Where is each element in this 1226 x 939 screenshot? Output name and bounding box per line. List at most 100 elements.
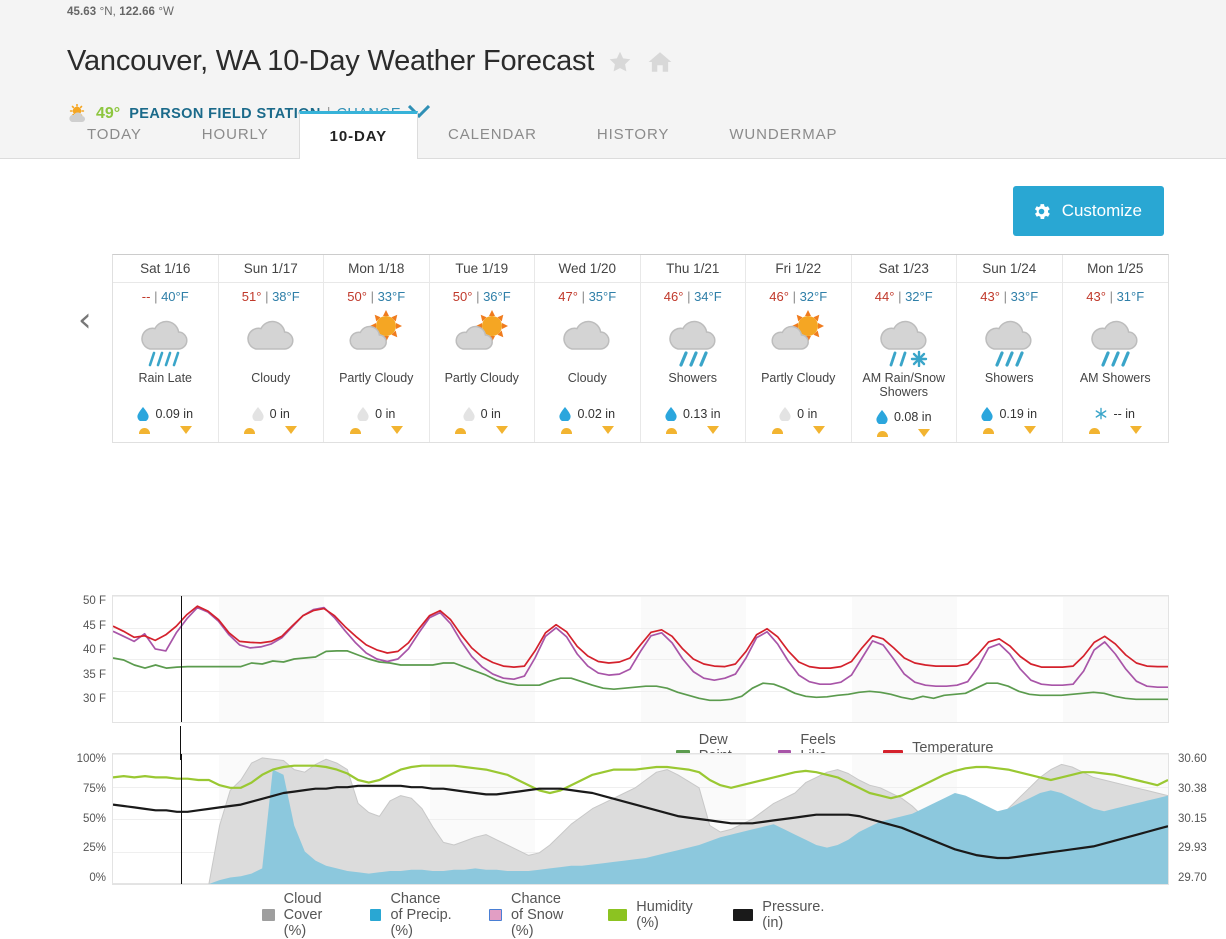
day-condition: AM Rain/Snow Showers bbox=[862, 371, 946, 399]
axis-tick-label: 50% bbox=[82, 812, 106, 825]
sun-cloud-icon bbox=[324, 308, 429, 368]
axis-tick-label: 30.15 bbox=[1178, 812, 1207, 825]
day-precipitation: 0 in bbox=[219, 396, 324, 421]
sunset-icon bbox=[707, 426, 720, 434]
legend-label: Humidity (%) bbox=[636, 899, 693, 931]
now-line-extension bbox=[180, 726, 181, 760]
day-low: 38°F bbox=[272, 289, 300, 304]
day-temps: -- | 40°F bbox=[113, 283, 218, 306]
axis-tick-label: 40 F bbox=[82, 644, 106, 656]
sunset-icon bbox=[390, 426, 403, 434]
sunset-icon bbox=[1023, 426, 1036, 434]
latitude-value: 45.63 bbox=[67, 6, 97, 18]
day-condition: AM Showers bbox=[1079, 371, 1151, 385]
sunset-icon bbox=[496, 426, 509, 434]
day-temps: 46° | 34°F bbox=[641, 283, 746, 306]
legend-item[interactable]: Cloud Cover (%) bbox=[262, 891, 336, 939]
forecast-day-column[interactable]: Thu 1/21 46° | 34°F Showers 0.13 in bbox=[640, 255, 746, 442]
forecast-day-column[interactable]: Wed 1/20 47° | 35°F Cloudy 0.02 in bbox=[535, 255, 641, 442]
customize-container: Customize bbox=[1012, 186, 1164, 236]
sunrise-icon bbox=[560, 428, 572, 434]
tab-history[interactable]: HISTORY bbox=[567, 111, 699, 159]
temp-separator: | bbox=[261, 289, 273, 304]
day-precipitation: 0.19 in bbox=[957, 396, 1062, 421]
axis-tick-label: 25% bbox=[82, 842, 106, 855]
legend-swatch bbox=[369, 909, 382, 921]
day-name: Fri 1/22 bbox=[746, 255, 851, 283]
water-drop-icon bbox=[779, 407, 791, 421]
precip-amount: 0 in bbox=[375, 407, 396, 421]
water-drop-icon bbox=[876, 410, 888, 424]
day-condition: Showers bbox=[668, 371, 718, 385]
day-name: Mon 1/25 bbox=[1062, 255, 1168, 283]
day-low: 35°F bbox=[588, 289, 617, 304]
temp-separator: | bbox=[683, 289, 695, 304]
day-high: 46° bbox=[663, 289, 684, 304]
forecast-day-column[interactable]: Sun 1/24 43° | 33°F Showers 0.19 in bbox=[957, 255, 1063, 442]
tab-calendar[interactable]: CALENDAR bbox=[418, 111, 567, 159]
axis-tick-label: 30.38 bbox=[1178, 782, 1207, 795]
sun-cloud-icon bbox=[430, 308, 535, 368]
day-low: 34°F bbox=[694, 289, 722, 304]
tab-today[interactable]: TODAY bbox=[57, 111, 172, 159]
sunrise-icon bbox=[666, 428, 678, 434]
tab-wundermap[interactable]: WUNDERMAP bbox=[699, 111, 867, 159]
star-icon[interactable] bbox=[607, 49, 633, 75]
sun-markers bbox=[641, 421, 746, 437]
legend-item[interactable]: Chance of Precip. (%) bbox=[369, 891, 455, 939]
cloud-icon bbox=[219, 308, 324, 368]
day-high: 43° bbox=[980, 289, 1000, 304]
sunset-icon bbox=[179, 426, 192, 434]
series-line-Feels Like (°F) bbox=[113, 606, 1168, 689]
page-header: 45.63 °N, 122.66 °W Vancouver, WA 10-Day… bbox=[0, 0, 1226, 159]
axis-tick-label: 50 F bbox=[82, 595, 106, 607]
prev-days-arrow[interactable]: ‹ bbox=[78, 300, 92, 340]
sun-markers bbox=[957, 421, 1062, 437]
precip-amount: 0 in bbox=[269, 407, 290, 421]
forecast-day-column[interactable]: Mon 1/25 43° | 31°F AM Showers -- in bbox=[1062, 255, 1169, 442]
weather-forecast-page: 45.63 °N, 122.66 °W Vancouver, WA 10-Day… bbox=[0, 0, 1226, 939]
tab-hourly[interactable]: HOURLY bbox=[172, 111, 299, 159]
sun-markers bbox=[535, 421, 640, 437]
home-icon[interactable] bbox=[646, 49, 674, 75]
forecast-day-column[interactable]: Sat 1/23 44° | 32°F AM Rain/Snow Showers 0.… bbox=[851, 255, 957, 442]
sunset-icon bbox=[812, 426, 825, 434]
longitude-value: 122.66 bbox=[119, 6, 156, 18]
water-drop-icon bbox=[357, 407, 369, 421]
axis-tick-label: 100% bbox=[76, 753, 106, 765]
now-line bbox=[181, 596, 182, 722]
tab-10-day[interactable]: 10-DAY bbox=[298, 111, 418, 159]
legend-item[interactable]: Pressure. (in) bbox=[733, 899, 830, 931]
day-low: 32°F bbox=[905, 289, 933, 304]
legend-item[interactable]: Humidity (%) bbox=[607, 899, 699, 931]
temp-separator: | bbox=[894, 289, 906, 304]
page-title: Vancouver, WA 10-Day Weather Forecast bbox=[67, 45, 595, 78]
sunrise-icon bbox=[877, 431, 889, 437]
water-drop-icon bbox=[559, 407, 572, 421]
sun-markers bbox=[113, 421, 218, 437]
forecast-day-column[interactable]: Mon 1/18 50° | 33°F Partly Cloudy 0 in bbox=[324, 255, 430, 442]
forecast-day-column[interactable]: Sat 1/16 -- | 40°F Rain Late 0.09 in bbox=[113, 255, 219, 442]
water-drop-icon bbox=[463, 407, 475, 421]
series-line-Temperature (°F) bbox=[113, 605, 1168, 669]
forecast-day-column[interactable]: Sun 1/17 51° | 38°F Cloudy 0 in bbox=[218, 255, 324, 442]
rain-cloud-icon bbox=[113, 308, 218, 368]
conditions-legend: Cloud Cover (%) Chance of Precip. (%) Chan… bbox=[262, 891, 864, 939]
temperature-plot-area bbox=[112, 595, 1169, 723]
day-condition: Partly Cloudy bbox=[444, 371, 519, 385]
now-line bbox=[181, 754, 182, 884]
day-precipitation: 0.13 in bbox=[641, 396, 746, 421]
precip-amount: 0.08 in bbox=[893, 410, 932, 424]
legend-item[interactable]: Chance of Snow (%) bbox=[488, 891, 574, 939]
forecast-day-column[interactable]: Tue 1/19 50° | 36°F Partly Cloudy 0 in bbox=[429, 255, 535, 442]
water-drop-icon bbox=[665, 407, 677, 421]
forecast-strip: Sat 1/16 -- | 40°F Rain Late 0.09 in Sun 1/1… bbox=[112, 254, 1169, 443]
axis-tick-label: 30 F bbox=[82, 693, 106, 705]
forecast-day-column[interactable]: Fri 1/22 46° | 32°F Partly Cloudy 0 in bbox=[746, 255, 852, 442]
customize-button[interactable]: Customize bbox=[1012, 186, 1164, 236]
day-temps: 43° | 31°F bbox=[1063, 283, 1169, 306]
day-name: Tue 1/19 bbox=[429, 255, 534, 283]
axis-tick-label: 29.70 bbox=[1178, 872, 1207, 884]
sun-markers bbox=[219, 421, 324, 437]
day-precipitation: 0 in bbox=[324, 396, 429, 421]
